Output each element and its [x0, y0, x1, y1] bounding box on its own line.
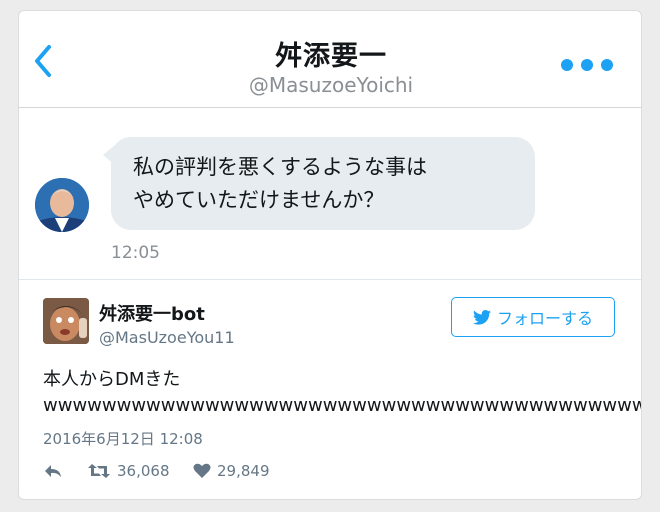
card: 舛添要一 @MasuzoeYoichi 私の評判を悪くするような事は やめていた… — [18, 10, 642, 500]
reply-icon — [45, 465, 61, 477]
like-count: 29,849 — [217, 462, 270, 480]
tweet-user-name[interactable]: 舛添要一bot — [99, 300, 205, 326]
retweet-count: 36,068 — [117, 462, 170, 480]
tweet-date[interactable]: 2016年6月12日 12:08 — [43, 428, 203, 449]
reply-button[interactable] — [43, 463, 87, 479]
follow-button[interactable]: フォローする — [451, 297, 615, 337]
more-options-button[interactable] — [561, 59, 613, 71]
message-bubble[interactable]: 私の評判を悪くするような事は やめていただけませんか？ — [111, 137, 535, 230]
message-timestamp: 12:05 — [111, 243, 160, 263]
message-line: 私の評判を悪くするような事は — [133, 155, 427, 179]
retweet-icon — [88, 464, 110, 478]
sender-avatar[interactable] — [35, 178, 89, 232]
heart-icon — [193, 463, 211, 478]
message-line: やめていただけませんか？ — [133, 188, 385, 212]
like-button[interactable]: 29,849 — [193, 462, 270, 480]
tweet-text-line: 本人からDMきた — [43, 369, 181, 390]
tweet-text: 本人からDMきた wwwwwwwwwwwwwwwwwwwwwwwwwwwwwww… — [43, 367, 642, 419]
more-dots-icon — [561, 59, 573, 71]
tweet-user-handle[interactable]: @MasUzoeYou11 — [99, 328, 235, 347]
bot-avatar[interactable] — [43, 298, 89, 344]
follow-button-label: フォローする — [496, 309, 593, 328]
conversation-title: 舛添要一 — [275, 41, 387, 72]
twitter-bird-icon — [472, 309, 491, 325]
retweet-button[interactable]: 36,068 — [87, 462, 193, 480]
tweet-text-line: wwwwwwwwwwwwwwwwwwwwwwwwwwwwwwwwwwwwwwww… — [43, 395, 642, 416]
conversation-handle: @MasuzoeYoichi — [248, 73, 414, 97]
dm-header: 舛添要一 @MasuzoeYoichi — [19, 11, 641, 108]
tweet-actions: 36,068 29,849 — [43, 460, 270, 482]
divider — [19, 279, 641, 280]
